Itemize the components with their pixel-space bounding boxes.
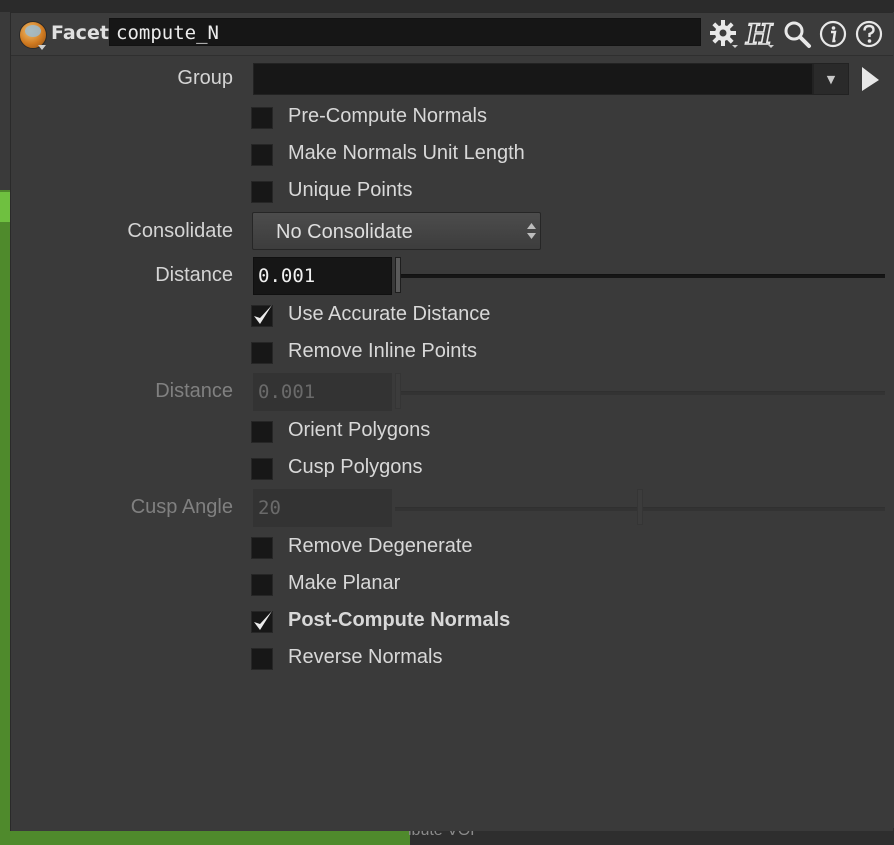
group-dropdown-button[interactable]: ▼ bbox=[813, 63, 849, 95]
distance-slider-handle[interactable] bbox=[395, 257, 401, 293]
make-normals-unit-length-checkbox[interactable] bbox=[251, 144, 273, 166]
top-toolbar-strip bbox=[0, 0, 894, 12]
cusp-polygons-checkbox[interactable] bbox=[251, 458, 273, 480]
reverse-normals-checkbox[interactable] bbox=[251, 648, 273, 670]
group-field[interactable] bbox=[253, 63, 813, 95]
make-planar-checkbox[interactable] bbox=[251, 574, 273, 596]
remove-inline-points-label: Remove Inline Points bbox=[288, 340, 477, 362]
node-icon-highlight bbox=[25, 25, 41, 37]
gear-icon[interactable] bbox=[708, 18, 740, 50]
consolidate-value: No Consolidate bbox=[276, 221, 413, 243]
cusp-angle-slider-handle bbox=[637, 489, 643, 525]
use-accurate-distance-label: Use Accurate Distance bbox=[288, 303, 491, 325]
cusp-angle-label: Cusp Angle bbox=[130, 496, 233, 518]
checkmark-icon bbox=[254, 611, 272, 630]
cusp-polygons-label: Cusp Polygons bbox=[288, 456, 423, 478]
make-planar-label: Make Planar bbox=[288, 572, 401, 594]
consolidate-menu[interactable]: No Consolidate bbox=[252, 212, 541, 250]
menu-arrows-icon bbox=[527, 223, 536, 239]
pre-compute-normals-checkbox[interactable] bbox=[251, 107, 273, 129]
checkmark-icon bbox=[254, 305, 272, 324]
help-icon[interactable] bbox=[853, 18, 885, 50]
inline-distance-slider-handle bbox=[395, 373, 401, 409]
consolidate-label: Consolidate bbox=[127, 220, 233, 242]
info-icon[interactable] bbox=[817, 18, 849, 50]
distance-field[interactable]: 0.001 bbox=[253, 257, 392, 295]
orient-polygons-label: Orient Polygons bbox=[288, 419, 431, 441]
cusp-angle-field: 20 bbox=[253, 489, 392, 527]
distance-label: Distance bbox=[155, 264, 233, 286]
node-menu-caret-icon[interactable] bbox=[38, 45, 46, 50]
svg-text:H: H bbox=[745, 19, 774, 49]
remove-degenerate-label: Remove Degenerate bbox=[288, 535, 473, 557]
houdini-h-icon[interactable]: H bbox=[744, 18, 776, 50]
inline-distance-field: 0.001 bbox=[253, 373, 392, 411]
distance-slider-track[interactable] bbox=[395, 274, 885, 278]
inline-distance-slider-track bbox=[395, 391, 885, 395]
remove-degenerate-checkbox[interactable] bbox=[251, 537, 273, 559]
post-compute-normals-checkbox[interactable] bbox=[251, 611, 273, 633]
parameter-header: Facet compute_N H bbox=[11, 13, 893, 56]
inline-distance-label: Distance bbox=[155, 380, 233, 402]
parameter-panel: Facet compute_N H Group ▼ Pre-Compute No… bbox=[10, 12, 893, 831]
node-name-field[interactable]: compute_N bbox=[109, 18, 701, 46]
group-label: Group bbox=[177, 67, 233, 89]
orient-polygons-checkbox[interactable] bbox=[251, 421, 273, 443]
pre-compute-normals-label: Pre-Compute Normals bbox=[288, 105, 487, 127]
select-arrow-icon[interactable] bbox=[861, 66, 881, 96]
unique-points-checkbox[interactable] bbox=[251, 181, 273, 203]
make-normals-unit-length-label: Make Normals Unit Length bbox=[288, 142, 525, 164]
use-accurate-distance-checkbox[interactable] bbox=[251, 305, 273, 327]
remove-inline-points-checkbox[interactable] bbox=[251, 342, 273, 364]
reverse-normals-label: Reverse Normals bbox=[288, 646, 443, 668]
chevron-down-icon: ▼ bbox=[826, 72, 836, 86]
unique-points-label: Unique Points bbox=[288, 179, 413, 201]
node-type-label: Facet bbox=[51, 22, 109, 44]
post-compute-normals-label: Post-Compute Normals bbox=[288, 609, 511, 631]
search-icon[interactable] bbox=[781, 18, 813, 50]
